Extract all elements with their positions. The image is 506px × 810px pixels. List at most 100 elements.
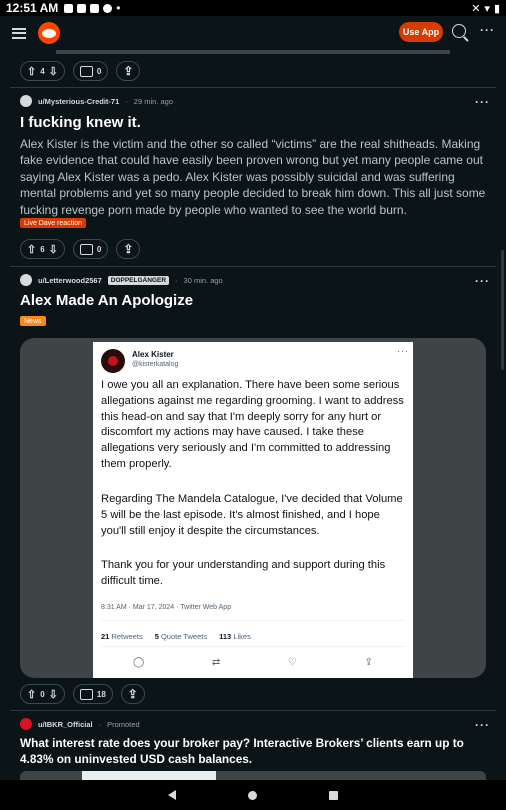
divider [10,266,496,267]
back-icon[interactable] [168,790,176,800]
share-button[interactable]: ⇪ [116,61,141,81]
comment-count: 18 [96,689,106,699]
post-username[interactable]: u/Mysterious-Credit-71 [38,97,119,106]
reddit-logo[interactable] [38,22,60,44]
post-actions: ⇧ 0 ⇩ 18 ⇪ [20,684,145,704]
pinterest-notification-icon [103,3,113,13]
promoted-tag: Promoted [107,719,140,729]
comments-button[interactable]: 0 [72,61,109,81]
comments-button[interactable]: 0 [72,239,109,259]
upvote-icon[interactable]: ⇧ [27,688,36,701]
like-icon: ♡ [287,657,297,668]
tweet-screenshot: Alex Kister @kisterkatalog ··· I owe you… [93,342,413,678]
post-title[interactable]: Alex Made An Apologize [20,292,193,309]
comment-icon [79,65,93,77]
downvote-icon[interactable]: ⇩ [49,243,58,256]
upvote-icon[interactable]: ⇧ [27,243,36,256]
search-icon[interactable] [452,24,466,38]
post-flair[interactable]: Live Dave reaction [20,218,86,228]
menu-icon[interactable] [12,27,26,39]
share-icon: ⇪ [364,657,373,668]
post-meta: u/Letterwood2567 DOPPELGÄNGER · 30 min. … [20,274,223,286]
tweet-likes: 113 Likes [219,632,251,641]
post-overflow-icon[interactable]: ··· [475,718,490,732]
post-overflow-icon[interactable]: ··· [475,95,490,109]
tweet-avatar [101,349,125,373]
system-nav-bar [0,780,506,810]
separator-dot: · [175,275,178,285]
overflow-dots-icon[interactable]: ··· [480,23,495,37]
android-notification-icon [77,3,87,13]
previous-post-media-edge [56,50,450,54]
tweet-overflow-icon: ··· [397,346,409,356]
share-button[interactable]: ⇪ [120,684,145,704]
tweet-paragraph: I owe you all an explanation. There have… [101,379,404,470]
vote-pill: ⇧ 6 ⇩ [20,239,65,259]
post-username[interactable]: u/Letterwood2567 [38,276,102,285]
vote-count: 6 [40,244,45,254]
prev-post-actions: ⇧ 4 ⇩ 0 ⇪ [20,61,141,81]
use-app-button[interactable]: Use App [399,22,443,42]
user-flair-badge: DOPPELGÄNGER [107,275,170,285]
post-time: 30 min. ago [183,275,223,285]
downvote-icon[interactable]: ⇩ [49,65,58,78]
promo-meta: u/IBKR_Official · Promoted [20,718,140,730]
retweet-icon: ⇄ [211,657,221,668]
youtube-notification-icon [90,3,100,13]
promo-username[interactable]: u/IBKR_Official [38,720,93,729]
system-icons: ✕ ▾ ▮ [471,2,500,15]
mute-icon: ✕ [471,2,481,15]
post-overflow-icon[interactable]: ··· [475,274,490,288]
share-button[interactable]: ⇪ [116,239,141,259]
share-icon: ⇪ [123,242,134,256]
tweet-paragraph: Thank you for your understanding and sup… [101,559,386,587]
avatar[interactable] [20,718,32,730]
vote-count: 4 [40,66,45,76]
post-actions: ⇧ 6 ⇩ 0 ⇪ [20,239,141,259]
tweet-author-handle: @kisterkatalog [132,361,179,368]
dot-icon: • [116,1,121,15]
post-flair[interactable]: News [20,316,46,326]
promo-title[interactable]: What interest rate does your broker pay?… [20,735,490,767]
promo-media[interactable] [20,771,486,780]
divider [10,87,496,88]
divider [10,710,496,711]
avatar[interactable] [20,95,32,107]
tweet-stats: 21 Retweets 5 Quote Tweets 113 Likes [101,632,251,641]
recents-icon[interactable] [329,790,338,800]
comment-icon [79,688,93,700]
tweet-quotes: 5 Quote Tweets [154,632,208,641]
share-icon: ⇪ [123,64,134,78]
comment-count: 0 [96,66,102,76]
vote-count: 0 [40,689,45,699]
tweet-action-icons: ◯ ⇄ ♡ ⇪ [133,657,373,668]
app-header: Use App ··· [0,16,506,50]
home-icon[interactable] [248,790,257,800]
tweet-paragraph: Regarding The Mandela Catalogue, I've de… [101,493,403,537]
upvote-icon[interactable]: ⇧ [27,65,36,78]
image-notification-icon [64,3,74,13]
share-icon: ⇪ [127,687,138,701]
comments-button[interactable]: 18 [72,684,113,704]
reply-icon: ◯ [133,657,145,668]
downvote-icon[interactable]: ⇩ [49,688,58,701]
post-body[interactable]: Alex Kister is the victim and the other … [20,136,486,218]
comment-icon [79,243,93,255]
post-title[interactable]: I fucking knew it. [20,114,141,131]
tweet-divider [101,620,405,621]
separator-dot: · [125,96,128,106]
battery-icon: ▮ [493,2,500,15]
avatar[interactable] [20,274,32,286]
vote-pill: ⇧ 4 ⇩ [20,61,65,81]
tweet-date: 8:31 AM · Mar 17, 2024 · Twitter Web App [101,604,232,611]
wifi-icon: ▾ [484,2,490,15]
vote-pill: ⇧ 0 ⇩ [20,684,65,704]
status-time: 12:51 AM [6,1,59,15]
scrollbar[interactable] [501,250,504,370]
post-media[interactable]: Alex Kister @kisterkatalog ··· I owe you… [20,338,486,678]
post-time: 29 min. ago [133,96,173,106]
post-meta: u/Mysterious-Credit-71 · 29 min. ago [20,95,173,107]
status-bar: 12:51 AM • ✕ ▾ ▮ [0,0,506,16]
tweet-author-name: Alex Kister [132,350,174,359]
notification-icons: • [64,1,120,15]
